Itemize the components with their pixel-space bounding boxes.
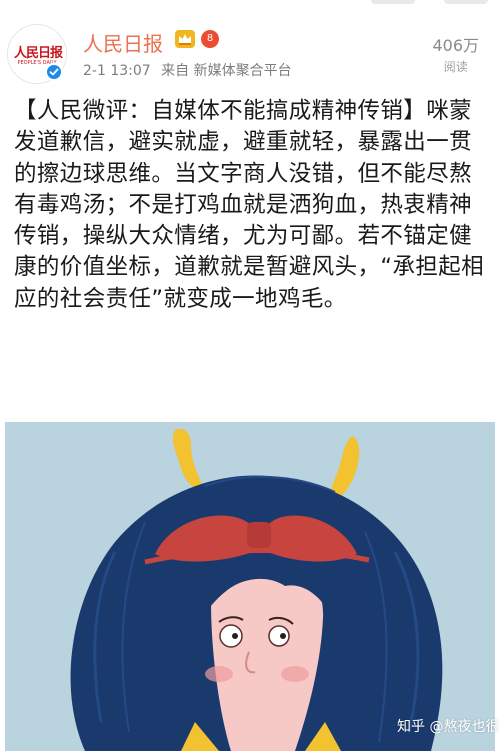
username[interactable]: 人民日报 xyxy=(83,28,163,57)
view-count-number: 406万 xyxy=(432,36,479,55)
post-image[interactable] xyxy=(5,422,495,751)
level-badge: 8 xyxy=(201,30,219,48)
avatar-logo-text: 人民日报 xyxy=(14,46,63,61)
view-count: 406万 阅读 xyxy=(432,32,479,75)
post-meta: 2-1 13:07 来自 新媒体聚合平台 xyxy=(83,60,298,80)
view-count-label: 阅读 xyxy=(443,60,468,74)
post-time: 2-1 13:07 xyxy=(83,63,151,79)
watermark: 知乎 @熬夜也很宅 xyxy=(397,719,499,735)
top-strip xyxy=(0,0,499,6)
top-tab-left xyxy=(371,0,415,4)
post-source[interactable]: 来自 新媒体聚合平台 xyxy=(161,63,291,79)
verified-check-icon xyxy=(45,63,63,81)
crown-badge-icon xyxy=(175,30,195,48)
top-tab-right xyxy=(444,0,488,4)
post-text: 【人民微评：自媒体不能搞成精神传销】咪蒙发道歉信，避实就虚，避重就轻，暴露出一贯… xyxy=(14,98,485,312)
